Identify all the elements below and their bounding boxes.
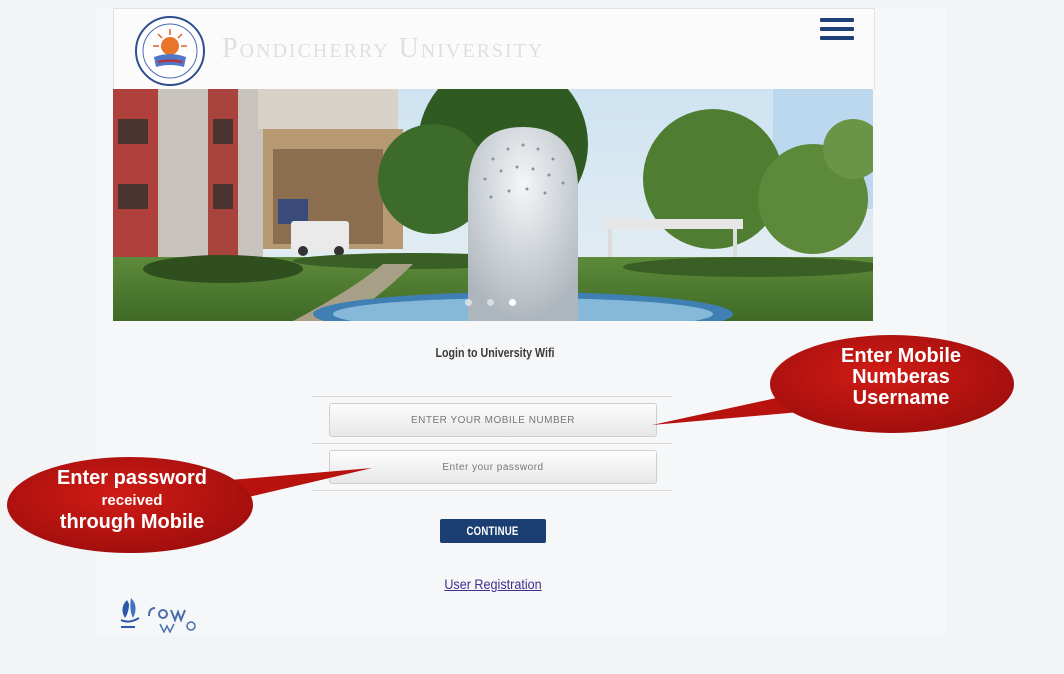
divider xyxy=(312,443,672,444)
password-input[interactable]: Enter your password xyxy=(329,450,657,484)
divider xyxy=(312,490,672,491)
login-title: Login to University Wifi xyxy=(435,345,555,360)
slide-dot[interactable] xyxy=(465,299,472,306)
vendor-logo-icon xyxy=(120,598,196,634)
divider xyxy=(312,396,672,397)
mobile-callout-line-1: Enter Mobile xyxy=(840,345,961,367)
mobile-number-input[interactable]: ENTER YOUR MOBILE NUMBER xyxy=(329,403,657,437)
password-callout-line-1: Enter password xyxy=(56,467,208,489)
campus-banner xyxy=(113,89,873,321)
site-header: Pondicherry University xyxy=(113,8,875,89)
campus-photo xyxy=(113,89,873,321)
university-name: Pondicherry University xyxy=(222,33,545,64)
user-registration-link[interactable]: User Registration xyxy=(418,576,567,592)
mobile-callout-line-2: Numberas xyxy=(852,366,950,388)
slide-indicators xyxy=(465,299,525,307)
password-callout-text: Enter password received through Mobile xyxy=(14,468,250,533)
hamburger-menu-icon[interactable] xyxy=(820,18,854,44)
mobile-callout-line-3: Username xyxy=(852,387,950,409)
slide-dot-active[interactable] xyxy=(509,299,516,306)
password-callout-line-3: through Mobile xyxy=(59,510,205,533)
mobile-callout-text: Enter Mobile Numberas Username xyxy=(798,346,1004,409)
password-callout-line-2: received xyxy=(101,492,163,509)
university-seal-icon xyxy=(135,16,205,86)
continue-label: CONTINUE xyxy=(466,524,520,538)
continue-button[interactable]: CONTINUE xyxy=(440,519,546,543)
slide-dot[interactable] xyxy=(487,299,494,306)
page-bottom xyxy=(0,634,1064,674)
